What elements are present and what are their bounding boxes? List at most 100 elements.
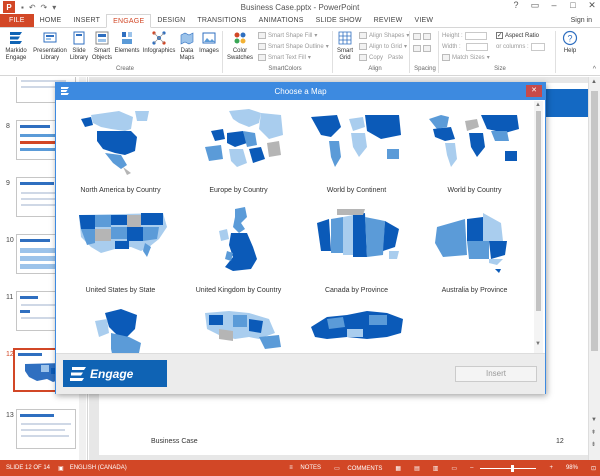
color-swatches-button[interactable]: Color Swatches (226, 30, 254, 62)
map-option-united-states[interactable]: United States by State (63, 207, 178, 307)
map-option-europe[interactable]: Europe by Country (181, 107, 296, 207)
smart-text-fill-button[interactable]: Smart Text Fill ▾ (258, 54, 311, 61)
scroll-up-icon[interactable]: ▲ (535, 102, 541, 108)
map-option-canada[interactable]: Canada by Province (299, 207, 414, 307)
align-shapes-button[interactable]: Align Shapes ▾ (359, 32, 409, 39)
help-button[interactable]: ? Help (560, 30, 580, 55)
maximize-button[interactable]: □ (567, 0, 579, 11)
tab-file[interactable]: FILE (0, 14, 34, 27)
map-option-world-continent[interactable]: World by Continent (299, 107, 414, 207)
sign-in-link[interactable]: Sign in (571, 14, 592, 27)
notes-button[interactable]: ≡ NOTES (289, 465, 321, 471)
tab-transitions[interactable]: TRANSITIONS (191, 14, 252, 27)
tab-review[interactable]: REVIEW (368, 14, 409, 27)
spacing-button-2[interactable] (413, 45, 431, 52)
collapse-ribbon-icon[interactable]: ^ (593, 66, 596, 73)
height-input[interactable] (464, 32, 487, 40)
scroll-down-icon[interactable]: ▼ (535, 341, 541, 347)
color-swatches-icon (234, 32, 246, 44)
svg-text:?: ? (567, 34, 572, 44)
help-icon: ? (562, 30, 578, 46)
tab-view[interactable]: VIEW (408, 14, 439, 27)
markido-engage-button[interactable]: Markido Engage (3, 30, 29, 62)
tab-home[interactable]: HOME (34, 14, 68, 27)
reading-view-icon[interactable]: ▥ (433, 465, 439, 472)
undo-icon[interactable]: ↶ (29, 3, 36, 12)
smart-shape-fill-button[interactable]: Smart Shape Fill ▾ (258, 32, 317, 39)
close-window-button[interactable]: ✕ (586, 0, 598, 11)
customize-icon[interactable]: ▾ (52, 3, 56, 12)
zoom-out-icon[interactable]: – (470, 465, 473, 471)
shape-outline-icon (258, 43, 266, 50)
redo-icon[interactable]: ↷ (41, 3, 48, 12)
scroll-down-icon[interactable]: ▼ (591, 417, 597, 423)
world-continent-map (311, 115, 401, 167)
spacing-button-1[interactable] (413, 33, 431, 40)
smart-objects-button[interactable]: Smart Objects (91, 30, 113, 62)
columns-input[interactable] (530, 43, 545, 51)
zoom-in-icon[interactable]: + (549, 465, 553, 471)
ribbon-display-button[interactable]: ▭ (529, 0, 541, 11)
fit-slide-icon[interactable]: ⊡ (591, 465, 596, 472)
columns-row: or columns : (496, 43, 545, 51)
scroll-thumb[interactable] (536, 111, 541, 311)
shape-fill-icon (258, 32, 266, 39)
save-icon[interactable]: ▪ (21, 3, 24, 12)
insert-button[interactable]: Insert (455, 366, 537, 382)
language-status[interactable]: ENGLISH (CANADA) (70, 465, 127, 471)
spellcheck-icon[interactable]: ▣ (58, 465, 64, 472)
tab-design[interactable]: DESIGN (151, 14, 191, 27)
align-to-grid-button[interactable]: Align to Grid ▾ (359, 43, 407, 50)
smart-text-fill-label: Smart Text Fill (268, 54, 306, 61)
help-window-button[interactable]: ? (510, 0, 522, 11)
minimize-button[interactable]: – (548, 0, 560, 11)
tab-engage[interactable]: ENGAGE (106, 14, 152, 28)
map-gallery: North America by Country Europe by Count… (63, 107, 533, 353)
map-gallery-scrollbar[interactable]: ▲ ▼ (534, 101, 543, 353)
scroll-thumb[interactable] (591, 91, 598, 351)
map-option-australia[interactable]: Australia by Province (417, 207, 532, 307)
elements-button[interactable]: Elements (114, 30, 140, 55)
width-input[interactable] (465, 43, 488, 51)
preview-bar (20, 296, 38, 299)
dialog-close-button[interactable]: ✕ (526, 85, 542, 97)
map-option-united-kingdom[interactable]: United Kingdom by Country (181, 207, 296, 307)
tab-insert[interactable]: INSERT (67, 14, 106, 27)
align-shapes-label: Align Shapes (369, 32, 405, 39)
copy-button[interactable]: Copy (369, 55, 383, 61)
aspect-ratio-checkbox[interactable]: ✓ (496, 32, 503, 39)
slide-library-button[interactable]: Slide Library (68, 30, 90, 62)
preview-bar (20, 414, 54, 417)
text-fill-icon (258, 54, 266, 61)
images-button[interactable]: Images (198, 30, 220, 55)
tab-slide-show[interactable]: SLIDE SHOW (310, 14, 368, 27)
smart-shape-outline-button[interactable]: Smart Shape Outline ▾ (258, 43, 329, 50)
zoom-slider[interactable] (480, 464, 537, 472)
map-label: World by Continent (326, 187, 387, 194)
presentation-library-button[interactable]: Presentation Library (32, 30, 68, 62)
infographics-button[interactable]: Infographics (141, 30, 177, 55)
zoom-slider-thumb[interactable] (511, 464, 515, 472)
smart-grid-button[interactable]: Smart Grid (334, 30, 356, 62)
paste-button[interactable]: Paste (388, 55, 403, 61)
tab-animations[interactable]: ANIMATIONS (253, 14, 310, 27)
spacing-icon (423, 33, 431, 40)
map-option-africa[interactable] (181, 307, 296, 353)
normal-view-icon[interactable]: ▦ (395, 465, 401, 472)
north-america-map (81, 111, 149, 175)
window-controls: ? ▭ – □ ✕ (510, 0, 598, 11)
comments-button[interactable]: ▭ COMMENTS (334, 465, 382, 472)
zoom-level[interactable]: 98% (566, 465, 578, 471)
map-option-north-america[interactable]: North America by Country (63, 107, 178, 207)
map-option-world-country[interactable]: World by Country (417, 107, 532, 207)
slideshow-icon[interactable]: ▭ (451, 465, 457, 472)
match-sizes-button[interactable]: Match Sizes ▾ (442, 54, 490, 61)
slide-sorter-icon[interactable]: ▤ (414, 465, 420, 472)
scroll-up-icon[interactable]: ▲ (591, 79, 597, 85)
map-option-russia[interactable] (299, 307, 414, 353)
next-slide-icon[interactable]: ⇟ (591, 441, 596, 448)
map-option-south-america[interactable] (63, 307, 178, 353)
previous-slide-icon[interactable]: ⇞ (591, 429, 596, 436)
data-maps-button[interactable]: Data Maps (177, 30, 197, 62)
slide-scrollbar[interactable]: ▲ ▼ ⇞ ⇟ (588, 77, 600, 460)
